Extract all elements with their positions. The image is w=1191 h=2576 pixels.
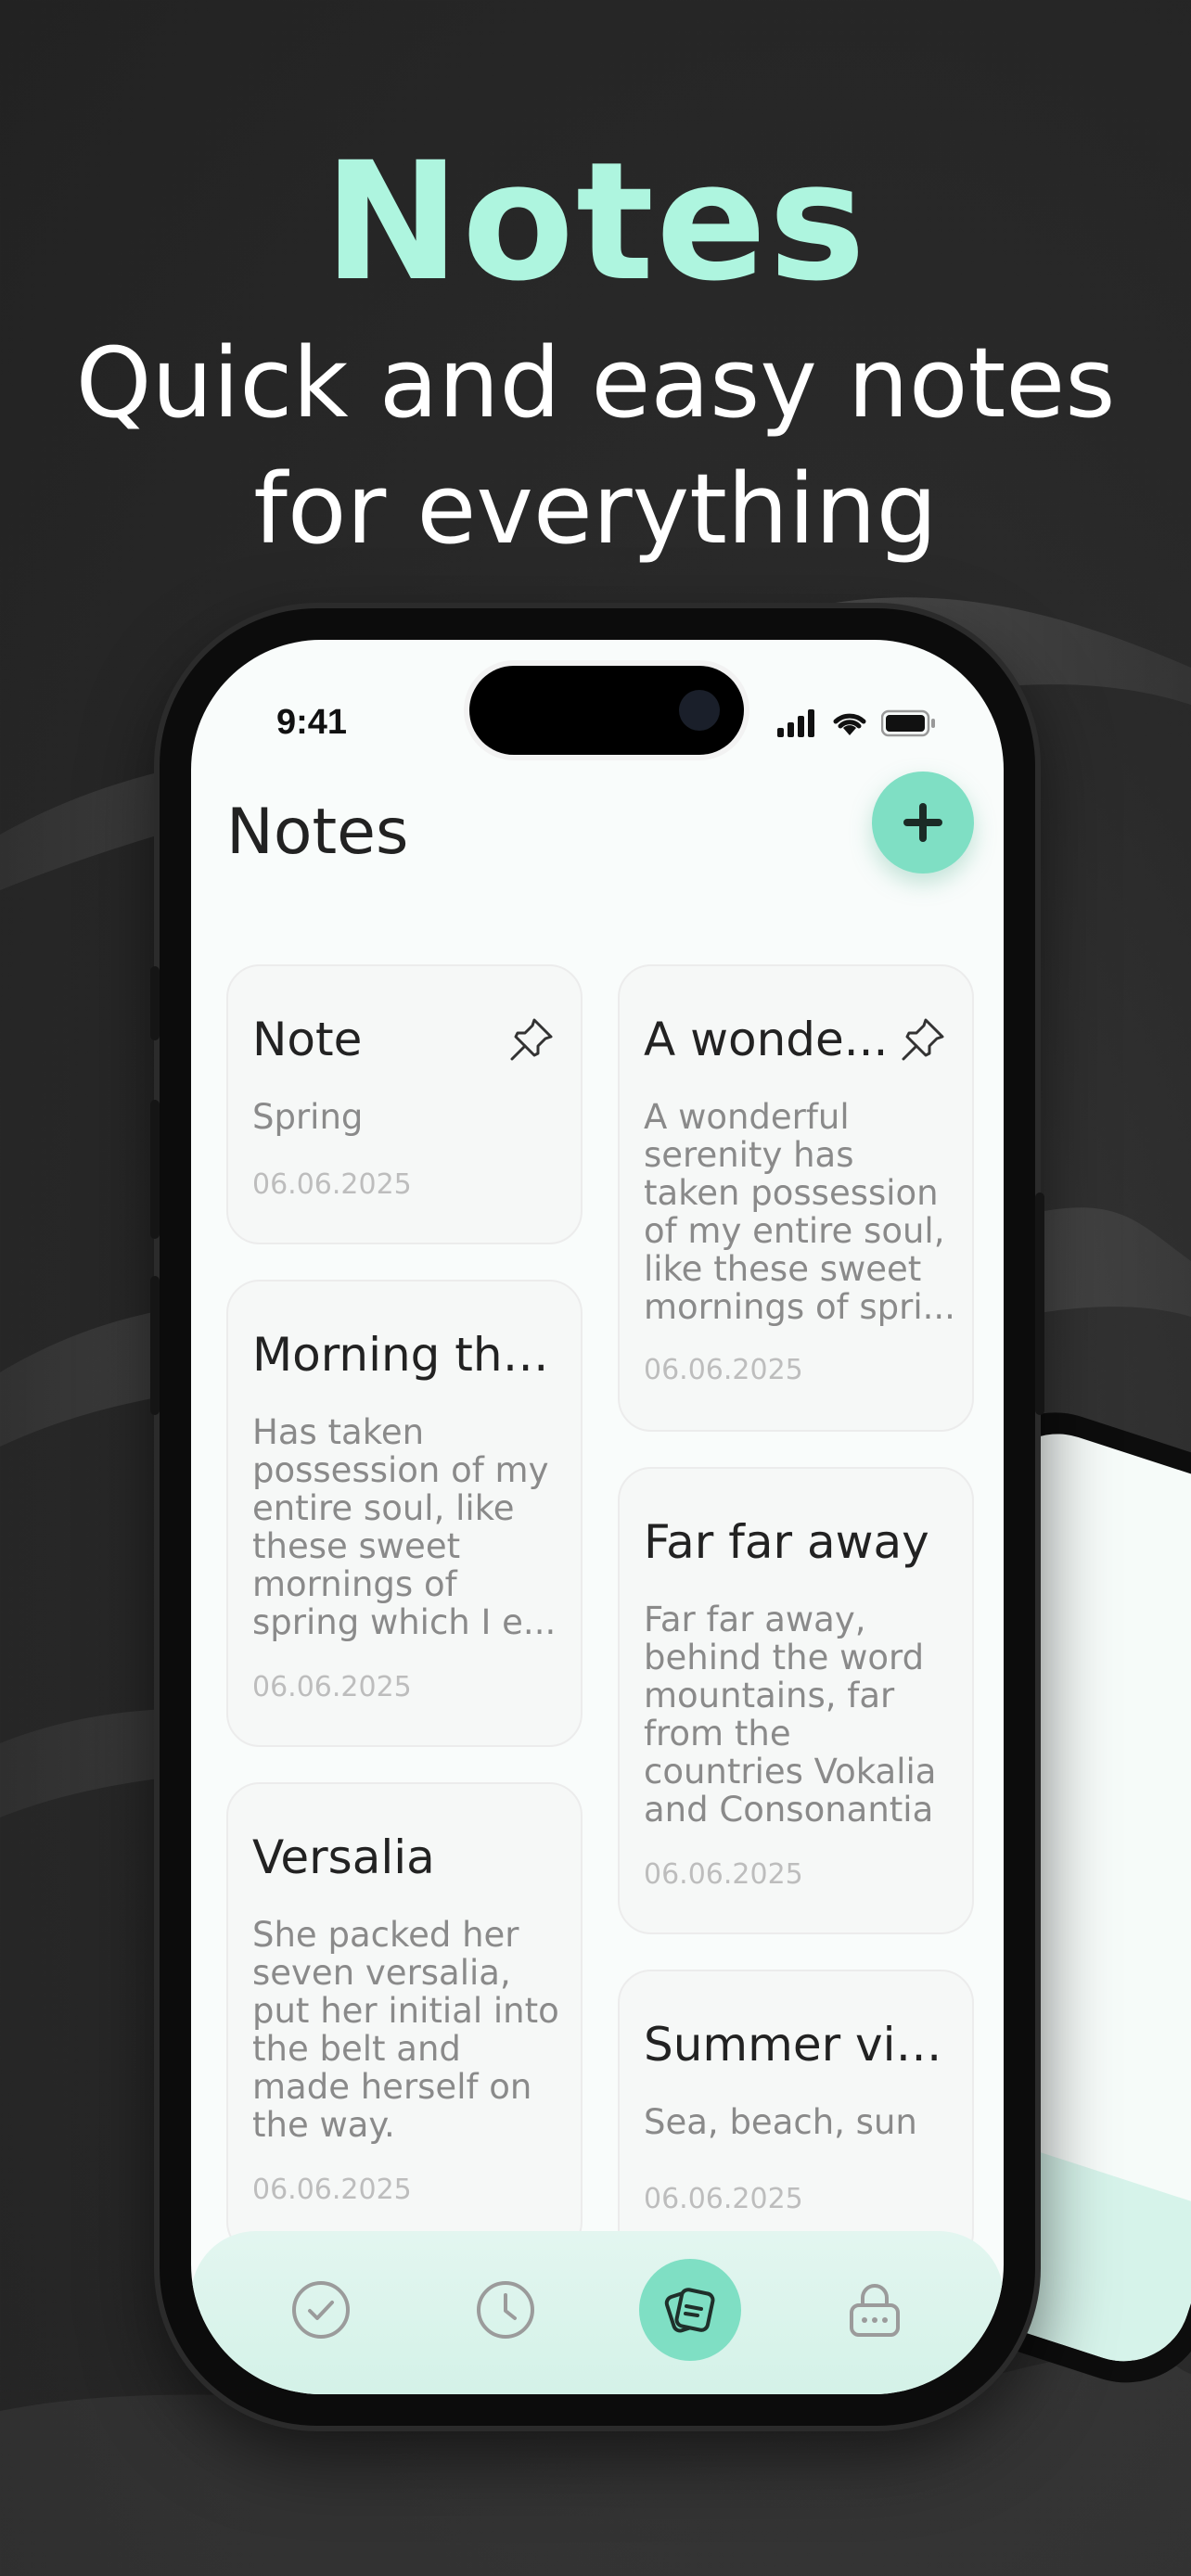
nav-locked[interactable] [824, 2259, 926, 2361]
app-screen: 9:41 Notes Note Spring 06.06.2025 Mornin… [191, 640, 1004, 2394]
note-title: Far far away [644, 1515, 929, 1569]
hero-subtitle-line1: Quick and easy notes [75, 326, 1116, 440]
nav-reminders[interactable] [455, 2259, 557, 2361]
lock-icon [850, 2284, 900, 2337]
note-card[interactable]: Summer vib... Sea, beach, sun 06.06.2025 [618, 1970, 974, 2266]
volume-down-button [150, 1276, 160, 1415]
note-card[interactable]: Versalia She packed her seven versalia, … [226, 1782, 583, 2255]
note-body: A wonderful serenity has taken possessio… [644, 1097, 955, 1327]
note-card[interactable]: Morning tho... Has taken possession of m… [226, 1280, 583, 1747]
pin-icon[interactable] [506, 1014, 557, 1065]
note-body: Has taken possession of my entire soul, … [252, 1412, 557, 1642]
hero-title: Notes [323, 127, 868, 317]
note-card[interactable]: Note Spring 06.06.2025 [226, 964, 583, 1244]
add-note-button[interactable] [872, 772, 974, 874]
power-button [1035, 1192, 1044, 1415]
battery-icon [881, 709, 935, 737]
note-body: She packed her seven versalia, put her i… [252, 1915, 559, 2145]
note-date: 06.06.2025 [252, 1168, 412, 1201]
note-title: Summer vib... [644, 2018, 959, 2072]
nav-notes[interactable] [639, 2259, 741, 2361]
silent-switch [150, 966, 160, 1040]
camera-icon [679, 690, 720, 731]
wifi-icon [833, 713, 866, 735]
note-date: 06.06.2025 [644, 1354, 803, 1386]
plus-icon [903, 803, 942, 842]
note-body: Far far away, behind the word mountains,… [644, 1600, 937, 1830]
note-title: A wonde... [644, 1013, 889, 1066]
bottom-nav [191, 2231, 1004, 2394]
note-card[interactable]: Far far away Far far away, behind the wo… [618, 1467, 974, 1934]
note-title: Versalia [252, 1830, 435, 1884]
note-card[interactable]: A wonde... A wonderful serenity has take… [618, 964, 974, 1432]
status-icons [777, 707, 937, 740]
note-date: 06.06.2025 [252, 2174, 412, 2206]
status-time: 9:41 [276, 703, 348, 742]
hero-subtitle: Quick and easy notes for everything [0, 320, 1191, 572]
note-date: 06.06.2025 [644, 2183, 803, 2215]
signal-icon [777, 709, 814, 737]
nav-tasks[interactable] [270, 2259, 372, 2361]
note-body: Spring [252, 1097, 364, 1137]
note-date: 06.06.2025 [252, 1671, 412, 1703]
note-title: Morning tho... [252, 1328, 568, 1382]
volume-up-button [150, 1100, 160, 1239]
dynamic-island [469, 666, 744, 755]
check-circle-icon [292, 2281, 350, 2339]
note-date: 06.06.2025 [644, 1858, 803, 1891]
page-title: Notes [226, 796, 409, 869]
note-title: Note [252, 1013, 363, 1066]
hero-subtitle-line2: for everything [253, 453, 938, 566]
note-body: Sea, beach, sun [644, 2102, 917, 2142]
notes-icon [664, 2288, 715, 2333]
pin-icon[interactable] [898, 1014, 948, 1065]
phone-frame: 9:41 Notes Note Spring 06.06.2025 Mornin… [150, 608, 1044, 2426]
clock-icon [477, 2281, 534, 2339]
